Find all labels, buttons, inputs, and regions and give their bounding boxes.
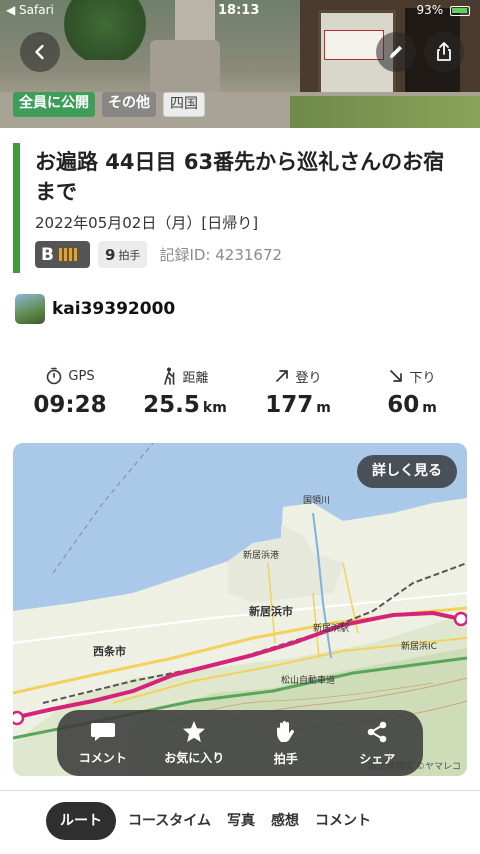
stat-gps-label: GPS [68, 368, 95, 384]
share-action-button[interactable]: シェア [332, 710, 424, 776]
stat-distance-unit: km [202, 400, 227, 416]
stat-gps-value: 09:28 [10, 392, 130, 418]
stats-row: GPS 09:28 距離 25.5 km 登り 177 m 下り 60 m [0, 366, 480, 426]
map-label-river: 国領川 [303, 496, 331, 506]
map-label-city: 新居浜市 [249, 605, 293, 618]
comment-action-label: コメント [78, 750, 127, 765]
tab-photos[interactable]: 写真 [219, 802, 263, 840]
map-label-expressway: 松山自動車道 [281, 676, 336, 686]
back-to-app[interactable]: ◀ Safari [6, 3, 54, 17]
clap-label: 拍手 [118, 248, 141, 262]
share-action-label: シェア [359, 751, 396, 766]
arrow-down-right-icon [390, 370, 403, 382]
hiker-icon [164, 367, 175, 385]
stat-descent-unit: m [422, 400, 437, 416]
tab-route[interactable]: ルート [46, 802, 116, 840]
photo-sign [324, 30, 384, 60]
tab-impressions[interactable]: 感想 [263, 802, 307, 840]
share-top-button[interactable] [424, 32, 464, 72]
stat-descent: 下り 60 m [352, 366, 472, 418]
section-tabs: ルート コースタイム 写真 感想 コメント [46, 802, 379, 840]
stat-distance-number: 25.5 [143, 392, 200, 418]
stat-label-row: 距離 [125, 366, 245, 386]
clap-hand-icon [276, 720, 294, 742]
activity-date: 2022年05月02日（月）[日帰り] [35, 214, 259, 232]
route-goal-marker[interactable] [453, 611, 467, 627]
user-row[interactable]: kai39392000 [15, 294, 175, 324]
comment-icon [90, 722, 115, 741]
map-label-city: 西条市 [93, 645, 126, 658]
level-letter: B [41, 244, 54, 265]
username[interactable]: kai39392000 [52, 299, 175, 319]
stat-ascent-unit: m [316, 400, 331, 416]
arrow-up-right-icon [276, 370, 289, 382]
title-accent-bar [13, 143, 20, 273]
record-id: 記録ID: 4231672 [159, 246, 283, 264]
favorite-action-label: お気に入り [164, 751, 225, 765]
stat-ascent-number: 177 [265, 392, 314, 418]
stat-ascent-value: 177 m [238, 392, 358, 418]
stat-gps-number: 09:28 [33, 392, 107, 418]
stat-descent-label: 下り [409, 370, 436, 386]
level-badge[interactable]: B [35, 241, 90, 268]
chevron-left-icon [35, 44, 44, 60]
hero-photo: ◀ Safari 18:13 93% 全員に公開 その他 四国 [0, 0, 480, 128]
back-button[interactable] [20, 32, 60, 72]
map-label-station: 新居浜駅 [313, 624, 350, 634]
clap-count-badge[interactable]: 9 拍手 [98, 241, 148, 268]
action-bar: コメント お気に入り 拍手 シェア [57, 710, 423, 776]
battery-percent: 93% [416, 3, 444, 17]
route-start-marker[interactable] [13, 710, 25, 726]
tag-list: 全員に公開 その他 四国 [13, 92, 205, 117]
stat-distance-value: 25.5 km [125, 392, 245, 418]
photo-grass [290, 96, 480, 128]
stat-label-row: GPS [10, 366, 130, 386]
level-bars-icon [58, 248, 77, 261]
star-icon [183, 721, 206, 742]
favorite-action-button[interactable]: お気に入り [149, 710, 241, 776]
stat-descent-value: 60 m [352, 392, 472, 418]
share-icon [367, 721, 387, 742]
avatar[interactable] [15, 294, 45, 324]
map-label-port: 新居浜港 [243, 551, 280, 561]
tag-category[interactable]: その他 [102, 92, 156, 117]
status-bar: ◀ Safari 18:13 93% [0, 3, 480, 23]
stat-gps: GPS 09:28 [10, 366, 130, 418]
clap-action-label: 拍手 [273, 751, 298, 766]
page-title: お遍路 44日目 63番先から巡礼さんのお宿まで [35, 150, 445, 204]
map-detail-button[interactable]: 詳しく見る [357, 455, 457, 488]
comment-action-button[interactable]: コメント [57, 710, 149, 776]
tab-comments[interactable]: コメント [307, 802, 379, 840]
tag-visibility: 全員に公開 [13, 92, 95, 117]
stat-descent-number: 60 [387, 392, 420, 418]
meta-row: B 9 拍手 記録ID: 4231672 [35, 241, 282, 268]
status-time: 18:13 [218, 3, 260, 18]
stat-label-row: 登り [238, 366, 358, 386]
battery-icon [450, 5, 470, 16]
clap-action-button[interactable]: 拍手 [240, 710, 332, 776]
stat-ascent: 登り 177 m [238, 366, 358, 418]
clap-count: 9 [105, 245, 116, 264]
stat-ascent-label: 登り [295, 370, 322, 386]
stopwatch-icon [47, 367, 62, 385]
tab-course-time[interactable]: コースタイム [120, 802, 219, 840]
status-right: 93% [416, 3, 470, 17]
edit-button[interactable] [376, 32, 416, 72]
map-label-ic: 新居浜IC [401, 642, 437, 652]
stat-label-row: 下り [352, 366, 472, 386]
share-ios-icon [437, 42, 451, 61]
pencil-icon [390, 45, 403, 58]
tag-region[interactable]: 四国 [163, 92, 205, 117]
stat-distance-label: 距離 [182, 370, 209, 386]
tab-divider [0, 790, 480, 791]
stat-distance: 距離 25.5 km [125, 366, 245, 418]
